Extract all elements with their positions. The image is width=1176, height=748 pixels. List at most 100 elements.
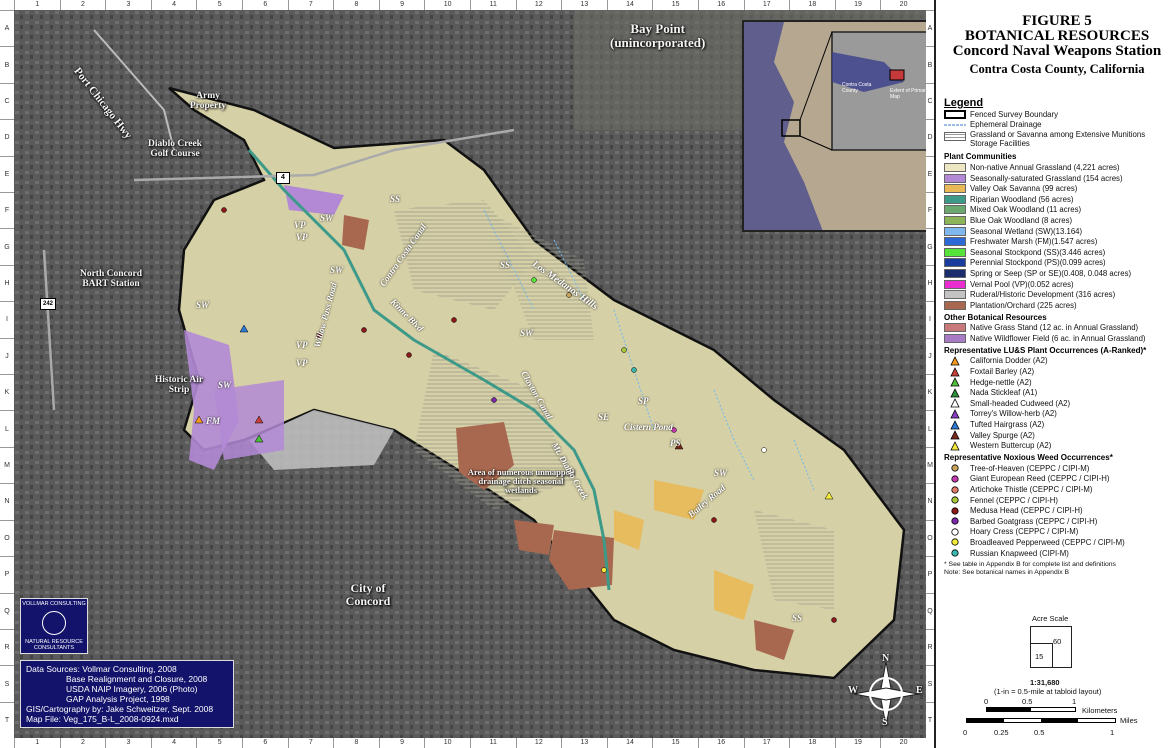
grid-tick: I [926,301,934,337]
legend-swatch [944,247,966,257]
plantation-orchard [514,520,554,555]
triangle-icon [944,356,966,366]
label-sw: SW [218,380,232,390]
legend-item: Seasonal Wetland (SW)(13.164) [944,226,1170,237]
legend-item: Native Wildflower Field (6 ac. in Annual… [944,333,1170,344]
dot-icon [944,485,966,495]
grid-tick: 4 [150,738,197,748]
inset-label-county: Contra Costa County [842,82,872,94]
label-ps: PS [670,438,681,448]
dot-icon [944,463,966,473]
legend-swatch [944,237,966,247]
grid-tick: 2 [59,0,106,10]
grid-tick: D [926,119,934,155]
legend-label: Ruderal/Historic Development (316 acres) [970,290,1116,300]
label-ss: SS [390,194,401,204]
grid-tick: C [0,82,14,119]
grid-tick: G [0,228,14,264]
label-ss: SS [792,613,803,623]
legend-label: Perennial Stockpond (PS)(0.099 acres) [970,258,1106,268]
km-unit: Kilometers [1082,706,1118,715]
grid-tick: R [0,628,14,665]
km-label: 0 [984,697,989,706]
grid-columns-top: 1 2 3 4 5 6 7 8 9 10 11 12 13 14 15 16 17 18 19 20 [14,0,926,10]
grid-tick: 18 [789,738,835,748]
credit-line: Map File: Veg_175_B-L_2008-0924.mxd [26,714,179,724]
label-diablo-creek: Diablo Creek Golf Course [148,139,202,159]
mile-label: 0 [963,728,968,737]
grid-tick: 19 [834,0,881,10]
label-se: SE [598,412,610,422]
grid-tick: F [0,192,14,228]
grid-tick: 1 [14,738,60,748]
label-historic-air-strip: Historic Air Strip [154,375,204,395]
grid-tick: N [926,483,934,519]
grid-tick: 12 [515,0,562,10]
legend-label: Native Grass Stand (12 ac. in Annual Gra… [970,323,1139,333]
label-cistern-pond: Cistern Pond [624,422,673,432]
dot-icon [944,495,966,505]
grid-tick: 1 [14,0,60,10]
grid-tick: 9 [378,0,425,10]
legend-label: Barbed Goatgrass (CEPPC / CIPI-H) [970,516,1098,526]
mile-label: 1 [1110,728,1115,737]
legend-label: Vernal Pool (VP)(0.052 acres) [970,279,1074,289]
legend-item: Western Buttercup (A2) [944,440,1170,451]
legend-item: Torrey's Willow-herb (A2) [944,409,1170,420]
label-vp: VP [294,220,306,230]
mile-scalebar [966,718,1116,723]
legend-label: Russian Knapweed (CIPI-M) [970,548,1069,558]
legend-swatch [944,205,966,215]
weed-occurrences-list: Tree-of-Heaven (CEPPC / CIPI-M) Giant Eur… [944,463,1170,558]
grid-tick: 3 [105,738,151,748]
plant-occurrences-list: California Dodder (A2) Foxtail Barley (A2… [944,356,1170,451]
inset-map[interactable]: Contra Costa County Extent of Primary Ma… [742,20,926,232]
legend-label: California Dodder (A2) [970,356,1048,366]
legend-label: Plantation/Orchard (225 acres) [970,300,1077,310]
legend-label: Seasonally-saturated Grassland (154 acre… [970,173,1123,183]
munitions-swatch [944,132,966,142]
km-scalebar [986,707,1076,712]
mile-unit: Miles [1120,716,1138,725]
grid-tick: M [0,446,14,483]
grid-tick: O [0,519,14,556]
label-vp: VP [296,358,308,368]
grid-tick: 13 [561,738,607,748]
grid-tick: 17 [743,0,790,10]
legend-item: Medusa Head (CEPPC / CIPI-H) [944,505,1170,516]
label-drainage-note: Area of numerous unmapped drainage ditch… [467,467,575,495]
grid-tick: A [0,10,14,46]
grid-tick: O [926,519,934,556]
label-fm: FM [206,416,221,426]
label-bart-station: North Concord BART Station [79,269,142,289]
grid-tick: L [0,410,14,446]
grid-tick: 3 [105,0,151,10]
legend-label: Mixed Oak Woodland (11 acres) [970,205,1082,215]
east-label: E [916,685,923,696]
legend-title: Legend [944,97,984,109]
legend-item: Seasonal Stockpond (SS)(3.446 acres) [944,247,1170,258]
credit-line: Data Sources: Vollmar Consulting, 2008 [26,664,177,674]
legend-label: Blue Oak Woodland (8 acres) [970,215,1073,225]
north-label: N [882,653,890,664]
grid-tick: K [926,374,934,410]
figure-number: FIGURE 5 [1022,13,1092,29]
figure-subtitle: Contra Costa County, California [969,62,1145,76]
legend-boundary: Fenced Survey Boundary [944,109,1170,120]
map-canvas[interactable]: Bay Point (unincorporated) Port Chicago … [14,10,926,738]
heron-icon [42,611,66,635]
legend-label: Medusa Head (CEPPC / CIPI-H) [970,506,1083,516]
grid-tick: S [926,665,934,701]
grid-tick: 15 [652,738,698,748]
grid-tick: G [926,228,934,264]
grid-tick: 11 [469,0,516,10]
legend-item: California Dodder (A2) [944,356,1170,367]
legend-swatch [944,162,966,172]
credit-line: GIS/Cartography by: Jake Schweitzer, Sep… [26,704,214,714]
acre-scale-title: Acre Scale [1032,614,1069,623]
triangle-icon [944,430,966,440]
legend-item: Artichoke Thistle (CEPPC / CIPI-M) [944,484,1170,495]
legend-label: Giant European Reed (CEPPC / CIPI-H) [970,474,1110,484]
legend-label: Fennel (CEPPC / CIPI-H) [970,495,1058,505]
label-ss: SS [500,260,511,270]
